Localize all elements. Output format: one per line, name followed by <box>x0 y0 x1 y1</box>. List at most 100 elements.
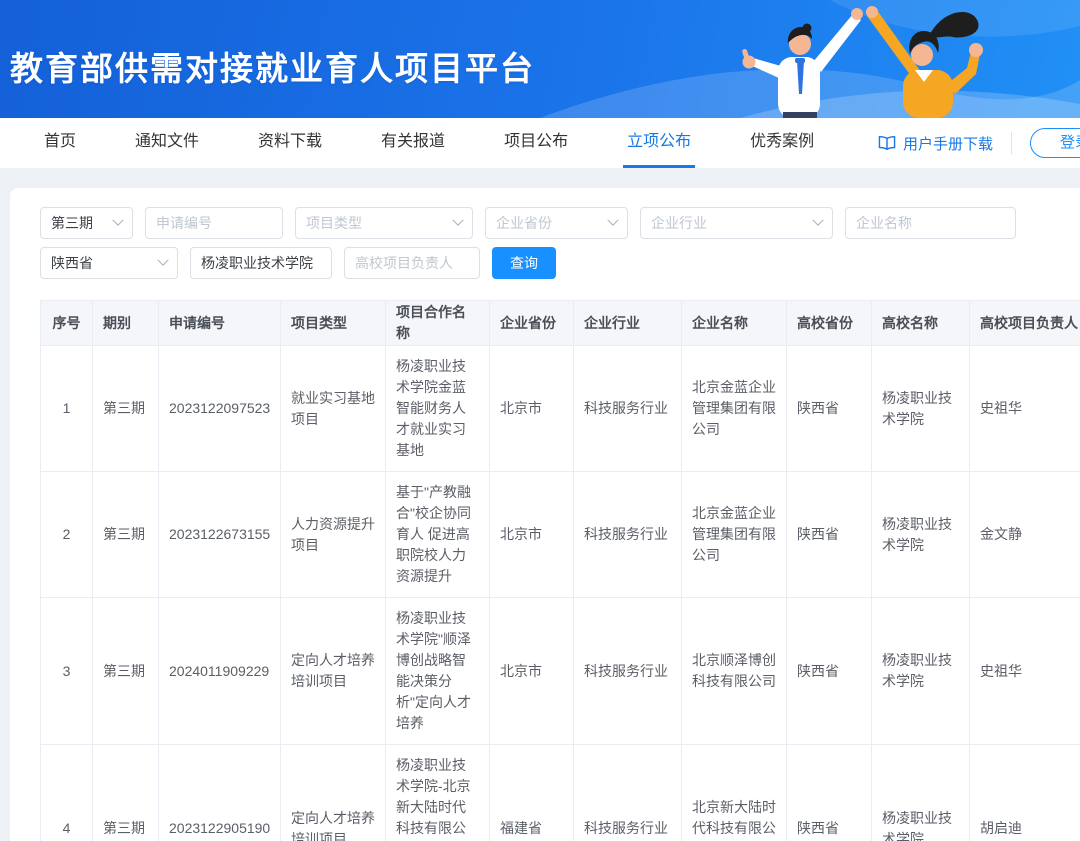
cell-seq: 3 <box>41 598 93 745</box>
company-province-select[interactable]: 企业省份 <box>485 207 628 239</box>
cell-college-leader: 史祖华 <box>970 598 1080 745</box>
application-number-input[interactable] <box>145 207 283 239</box>
col-header-period: 期别 <box>93 301 159 346</box>
col-header-project-type: 项目类型 <box>281 301 386 346</box>
col-header-project-name: 项目合作名称 <box>386 301 490 346</box>
table-header-row: 序号 期别 申请编号 项目类型 项目合作名称 企业省份 企业行业 企业名称 高校… <box>41 301 1080 346</box>
cell-company-industry: 科技服务行业 <box>574 598 682 745</box>
cell-company-province: 福建省 <box>490 745 574 841</box>
login-button[interactable]: 登录 <box>1030 128 1080 158</box>
nav-right-cluster: 用户手册下载 登录 <box>878 118 1080 168</box>
cell-company-name: 北京金蓝企业管理集团有限公司 <box>682 346 787 472</box>
cell-app-no: 2023122673155 <box>159 472 281 598</box>
cell-company-industry: 科技服务行业 <box>574 472 682 598</box>
nav-item-excellent-cases[interactable]: 优秀案例 <box>746 118 818 168</box>
cell-app-no: 2023122097523 <box>159 346 281 472</box>
cell-company-province: 北京市 <box>490 472 574 598</box>
college-name-input[interactable] <box>190 247 332 279</box>
col-header-seq: 序号 <box>41 301 93 346</box>
cell-college-leader: 金文静 <box>970 472 1080 598</box>
col-header-college-province: 高校省份 <box>787 301 872 346</box>
col-header-company-province: 企业省份 <box>490 301 574 346</box>
main-nav: 首页 通知文件 资料下载 有关报道 项目公布 立项公布 优秀案例 用户手册下载 … <box>0 118 1080 168</box>
cell-company-name: 北京顺泽博创科技有限公司 <box>682 598 787 745</box>
cell-college-province: 陕西省 <box>787 472 872 598</box>
highfive-illustration <box>710 0 1080 118</box>
nav-item-downloads[interactable]: 资料下载 <box>254 118 326 168</box>
table-row: 2 第三期 2023122673155 人力资源提升项目 基于"产教融合"校企协… <box>41 472 1080 598</box>
company-industry-placeholder: 企业行业 <box>651 213 707 233</box>
chevron-down-icon <box>812 215 823 226</box>
company-province-placeholder: 企业省份 <box>496 213 552 233</box>
chevron-down-icon <box>112 215 123 226</box>
col-header-college-name: 高校名称 <box>872 301 970 346</box>
nav-item-reports[interactable]: 有关报道 <box>377 118 449 168</box>
page-content: 第三期 项目类型 企业省份 企业行业 陕西省 <box>0 168 1080 841</box>
chevron-down-icon <box>607 215 618 226</box>
user-manual-label: 用户手册下载 <box>903 133 993 154</box>
table-row: 1 第三期 2023122097523 就业实习基地项目 杨凌职业技术学院金蓝智… <box>41 346 1080 472</box>
nav-divider <box>1011 132 1012 154</box>
cell-college-province: 陕西省 <box>787 346 872 472</box>
cell-project-name: 杨凌职业技术学院金蓝智能财务人才就业实习基地 <box>386 346 490 472</box>
col-header-app-no: 申请编号 <box>159 301 281 346</box>
cell-college-name: 杨凌职业技术学院 <box>872 472 970 598</box>
site-title: 教育部供需对接就业育人项目平台 <box>10 42 535 90</box>
period-select-value: 第三期 <box>51 213 93 233</box>
table-row: 4 第三期 2023122905190 定向人才培养培训项目 杨凌职业技术学院-… <box>41 745 1080 841</box>
cell-college-province: 陕西省 <box>787 745 872 841</box>
col-header-company-industry: 企业行业 <box>574 301 682 346</box>
cell-project-type: 人力资源提升项目 <box>281 472 386 598</box>
cell-period: 第三期 <box>93 346 159 472</box>
college-leader-input[interactable] <box>344 247 480 279</box>
cell-project-name: 杨凌职业技术学院-北京新大陆时代科技有限公司物联网及人工智能方向人才培养 <box>386 745 490 841</box>
chevron-down-icon <box>452 215 463 226</box>
cell-company-industry: 科技服务行业 <box>574 745 682 841</box>
cell-college-province: 陕西省 <box>787 598 872 745</box>
cell-period: 第三期 <box>93 472 159 598</box>
project-type-placeholder: 项目类型 <box>306 213 362 233</box>
cell-app-no: 2024011909229 <box>159 598 281 745</box>
col-header-college-leader: 高校项目负责人 <box>970 301 1080 346</box>
cell-company-industry: 科技服务行业 <box>574 346 682 472</box>
cell-company-province: 北京市 <box>490 346 574 472</box>
nav-item-home[interactable]: 首页 <box>40 118 80 168</box>
cell-college-leader: 史祖华 <box>970 346 1080 472</box>
project-type-select[interactable]: 项目类型 <box>295 207 473 239</box>
cell-seq: 2 <box>41 472 93 598</box>
college-province-select[interactable]: 陕西省 <box>40 247 178 279</box>
cell-company-name: 北京金蓝企业管理集团有限公司 <box>682 472 787 598</box>
cell-college-name: 杨凌职业技术学院 <box>872 346 970 472</box>
period-select[interactable]: 第三期 <box>40 207 133 239</box>
college-province-value: 陕西省 <box>51 253 93 273</box>
cell-college-name: 杨凌职业技术学院 <box>872 598 970 745</box>
cell-seq: 4 <box>41 745 93 841</box>
chevron-down-icon <box>157 255 168 266</box>
cell-college-leader: 胡启迪 <box>970 745 1080 841</box>
col-header-company-name: 企业名称 <box>682 301 787 346</box>
table-row: 3 第三期 2024011909229 定向人才培养培训项目 杨凌职业技术学院"… <box>41 598 1080 745</box>
content-card: 第三期 项目类型 企业省份 企业行业 陕西省 <box>10 188 1080 841</box>
user-manual-download-link[interactable]: 用户手册下载 <box>878 133 993 154</box>
cell-project-type: 定向人才培养培训项目 <box>281 598 386 745</box>
cell-project-name: 杨凌职业技术学院"顺泽博创战略智能决策分析"定向人才培养 <box>386 598 490 745</box>
nav-item-project-publish[interactable]: 项目公布 <box>500 118 572 168</box>
filter-row-2: 陕西省 查询 <box>40 247 1080 279</box>
cell-company-province: 北京市 <box>490 598 574 745</box>
cell-period: 第三期 <box>93 745 159 841</box>
cell-seq: 1 <box>41 346 93 472</box>
cell-company-name: 北京新大陆时代科技有限公司 <box>682 745 787 841</box>
cell-college-name: 杨凌职业技术学院 <box>872 745 970 841</box>
nav-item-approval-publish[interactable]: 立项公布 <box>623 118 695 168</box>
cell-app-no: 2023122905190 <box>159 745 281 841</box>
company-name-input[interactable] <box>845 207 1016 239</box>
search-button[interactable]: 查询 <box>492 247 556 279</box>
nav-item-notices[interactable]: 通知文件 <box>131 118 203 168</box>
cell-project-name: 基于"产教融合"校企协同育人 促进高职院校人力资源提升 <box>386 472 490 598</box>
header-banner: 教育部供需对接就业育人项目平台 <box>0 0 1080 118</box>
company-industry-select[interactable]: 企业行业 <box>640 207 833 239</box>
cell-period: 第三期 <box>93 598 159 745</box>
cell-project-type: 定向人才培养培训项目 <box>281 745 386 841</box>
book-icon <box>878 135 896 151</box>
filter-row-1: 第三期 项目类型 企业省份 企业行业 <box>40 207 1080 239</box>
